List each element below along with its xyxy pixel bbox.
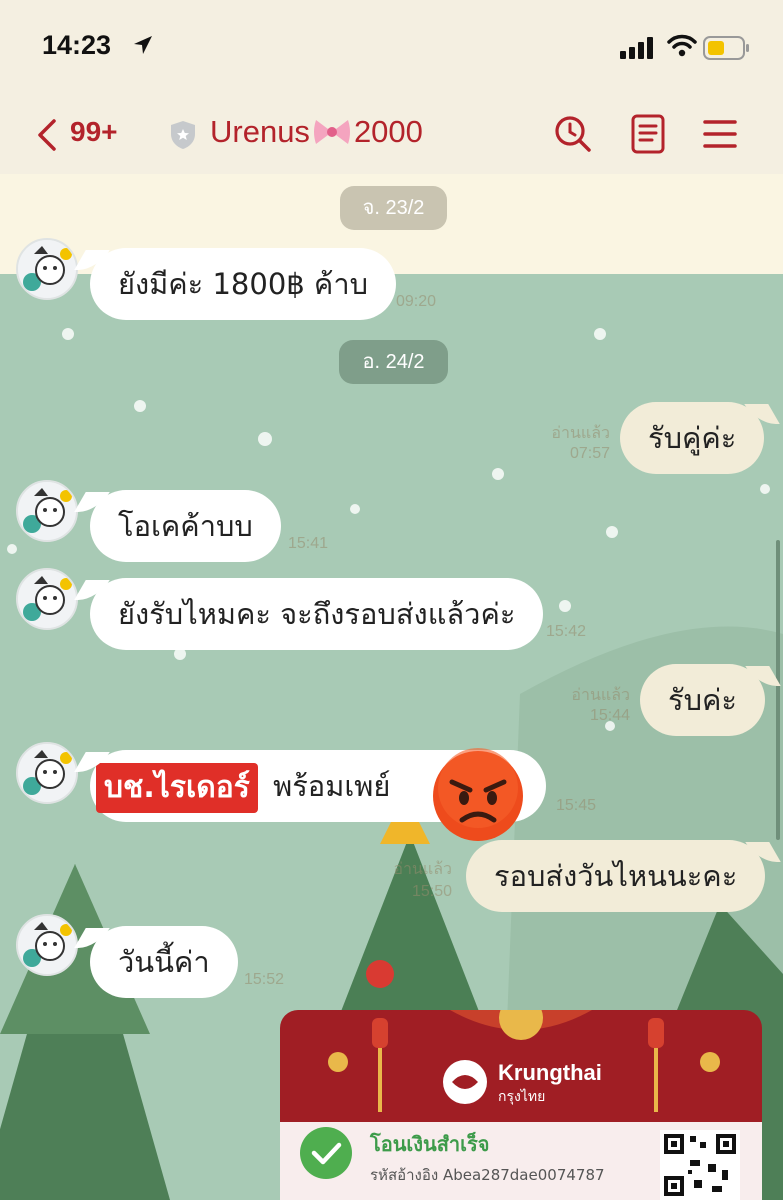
- menu-icon[interactable]: [703, 118, 737, 150]
- date-separator: จ. 23/2: [340, 186, 447, 230]
- chat-title[interactable]: Urenus 2000: [210, 114, 423, 150]
- scrollbar[interactable]: [776, 540, 780, 840]
- chat-title-name: Urenus: [210, 114, 310, 149]
- chat-title-number: 2000: [353, 114, 423, 149]
- avatar-cartoon-icon: [18, 916, 76, 974]
- avatar-cartoon-icon: [18, 482, 76, 540]
- bank-brand-name: Krungthai: [498, 1060, 602, 1085]
- outgoing-message[interactable]: รับค่ะ: [640, 664, 765, 736]
- notes-icon[interactable]: [630, 114, 666, 154]
- avatar-cartoon-icon: [18, 240, 76, 298]
- wifi-icon: [667, 34, 697, 57]
- message-time: 07:57: [569, 445, 610, 462]
- avatar[interactable]: [16, 568, 78, 630]
- account-label-tag: บช.ไรเดอร์: [96, 763, 258, 813]
- avatar[interactable]: [16, 238, 78, 300]
- message-text: พร้อมเพย์: [273, 769, 391, 803]
- transfer-success-text: โอนเงินสำเร็จ: [370, 1132, 490, 1156]
- message-time: 15:42: [546, 623, 587, 640]
- status-bar: [0, 0, 783, 98]
- message-time: 15:41: [288, 535, 329, 552]
- unread-count[interactable]: 99+: [70, 116, 118, 148]
- outgoing-message[interactable]: รับคู่ค่ะ: [620, 402, 765, 474]
- battery-icon: [703, 36, 749, 60]
- message-time: 15:45: [556, 797, 597, 814]
- message-read-status: อ่านแล้ว: [393, 861, 452, 878]
- avatar[interactable]: [16, 480, 78, 542]
- transfer-reference: รหัสอ้างอิง Abea287dae0074787: [370, 1166, 605, 1184]
- avatar[interactable]: [16, 742, 78, 804]
- avatar-cartoon-icon: [18, 570, 76, 628]
- ribbon-bow-icon: [313, 120, 350, 144]
- success-check-icon: [300, 1127, 352, 1179]
- shield-icon: [171, 121, 195, 149]
- qr-code-icon: [660, 1130, 740, 1200]
- angry-face-emoji-icon: [433, 748, 523, 841]
- incoming-message[interactable]: วันนี้ค่า: [90, 926, 238, 998]
- status-time: 14:23: [42, 30, 112, 60]
- incoming-message[interactable]: โอเคค้าบบ: [90, 490, 281, 562]
- date-separator: อ. 24/2: [339, 340, 448, 384]
- message-time: 15:50: [411, 883, 452, 900]
- message-read-status: อ่านแล้ว: [551, 425, 610, 442]
- outgoing-message[interactable]: รอบส่งวันไหนนะคะ: [466, 840, 766, 912]
- cellular-signal-icon: [620, 37, 653, 59]
- search-icon[interactable]: [553, 114, 593, 154]
- location-arrow-icon: [134, 36, 152, 54]
- incoming-message[interactable]: ยังรับไหมคะ จะถึงรอบส่งแล้วค่ะ: [90, 578, 544, 650]
- back-chevron-icon[interactable]: [36, 118, 58, 152]
- message-time: 09:20: [396, 293, 437, 310]
- incoming-message[interactable]: ยังมีค่ะ 1800฿ ค้าบ: [90, 248, 397, 320]
- avatar-cartoon-icon: [18, 744, 76, 802]
- message-time: 15:44: [589, 707, 630, 724]
- bank-brand-name-thai: กรุงไทย: [498, 1088, 546, 1104]
- avatar[interactable]: [16, 914, 78, 976]
- message-read-status: อ่านแล้ว: [571, 687, 630, 704]
- message-time: 15:52: [244, 971, 285, 988]
